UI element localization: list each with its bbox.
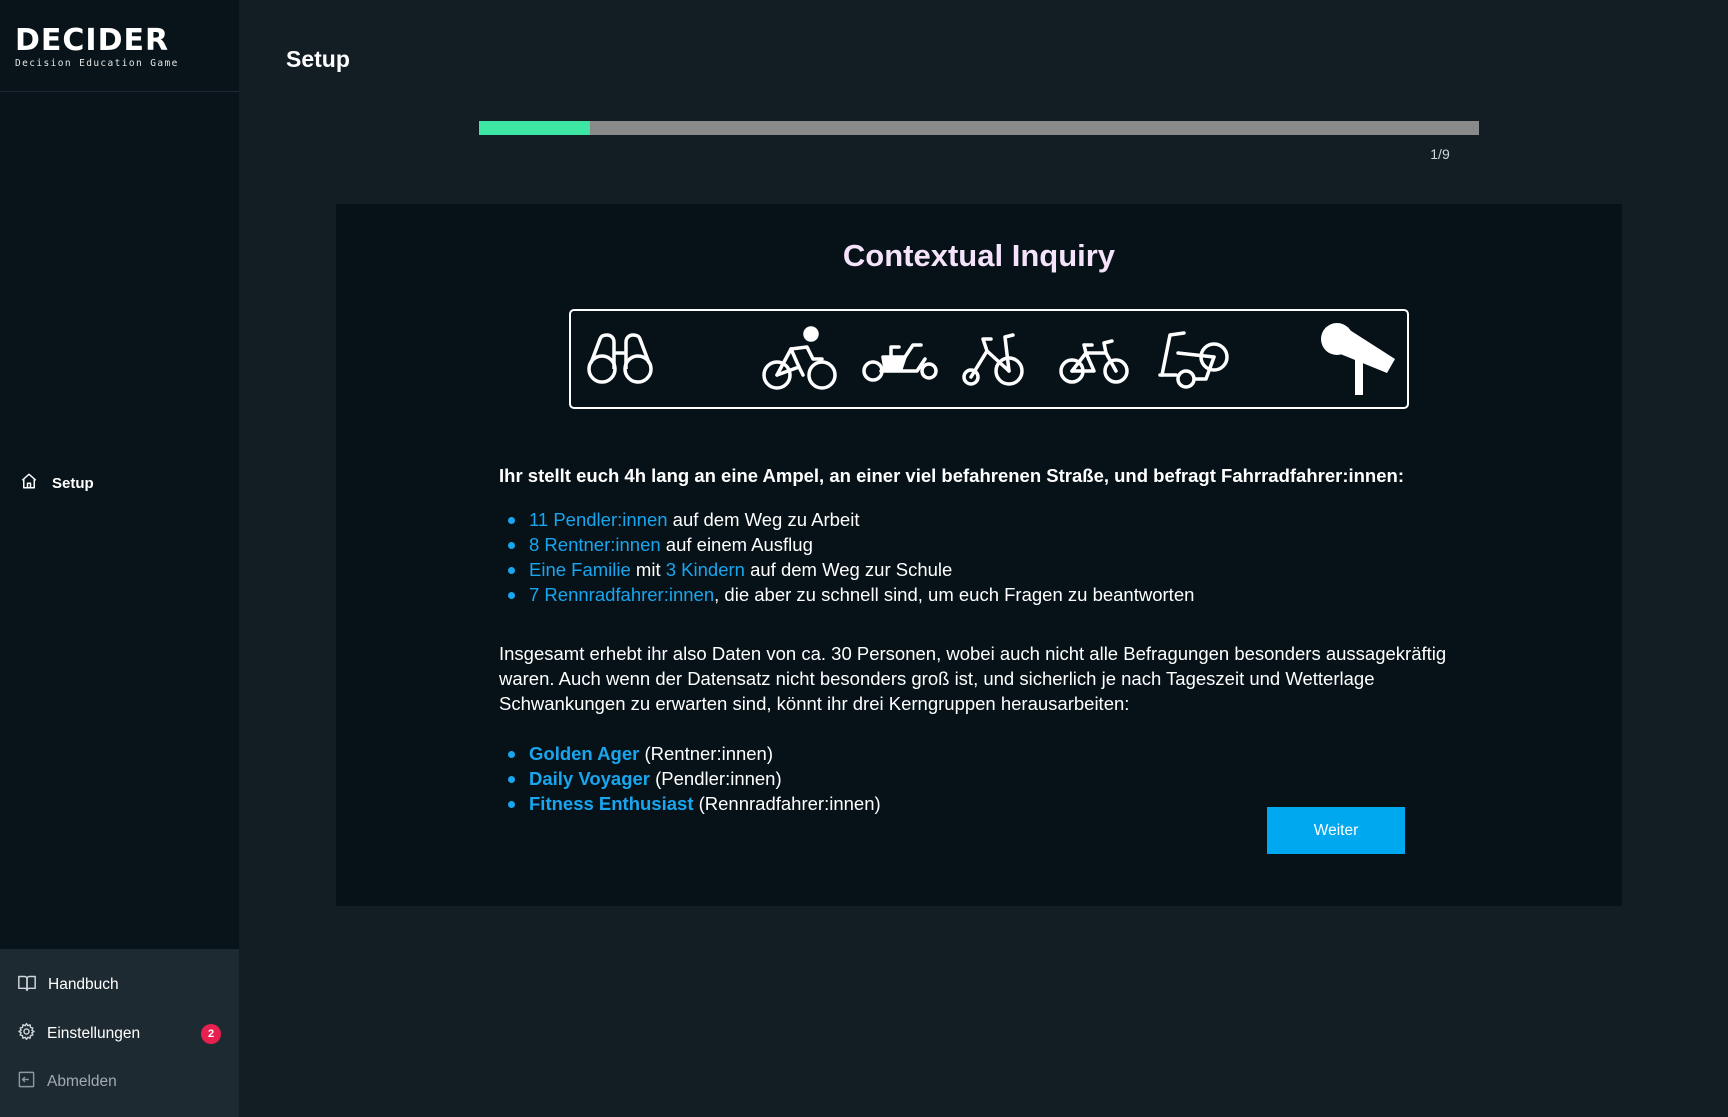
content-card: Contextual Inquiry Ihr stellt euch 4h la… xyxy=(336,204,1622,906)
logo-divider xyxy=(0,91,239,92)
sidebar: DECIDER Decision Education Game Setup Ha… xyxy=(0,0,239,1117)
logout-icon xyxy=(17,1070,36,1094)
card-title: Contextual Inquiry xyxy=(842,238,1116,273)
sidebar-item-label: Abmelden xyxy=(47,1073,117,1090)
highlight: Fitness Enthusiast xyxy=(529,793,694,814)
progress-bar xyxy=(479,121,1479,135)
sidebar-item-label: Handbuch xyxy=(48,976,119,993)
home-icon xyxy=(20,472,38,494)
sidebar-item-einstellungen[interactable]: Einstellungen xyxy=(17,1022,141,1046)
list-text: (Rennradfahrer:innen) xyxy=(693,793,881,814)
highlight: 8 Rentner:innen xyxy=(529,534,661,555)
core-groups-list: Golden Ager (Rentner:innen) Daily Voyage… xyxy=(499,741,881,816)
tricycle-icon xyxy=(962,333,1024,386)
list-item: Daily Voyager (Pendler:innen) xyxy=(499,766,881,791)
icon-strip xyxy=(569,309,1409,409)
weiter-button[interactable]: Weiter xyxy=(1267,807,1405,854)
list-item: Fitness Enthusiast (Rennradfahrer:innen) xyxy=(499,791,881,816)
list-item: 8 Rentner:innen auf einem Ausflug xyxy=(499,532,1194,557)
list-text: auf dem Weg zur Schule xyxy=(744,559,953,580)
list-item: 7 Rennradfahrer:innen, die aber zu schne… xyxy=(499,582,1194,607)
list-item: Golden Ager (Rentner:innen) xyxy=(499,741,881,766)
highlight: 3 Kindern xyxy=(665,559,745,580)
list-item: 11 Pendler:innen auf dem Weg zu Arbeit xyxy=(499,507,1194,532)
cargo-bike-icon xyxy=(862,343,938,382)
book-icon xyxy=(17,974,37,997)
list-text: mit xyxy=(630,559,666,580)
notification-badge: 2 xyxy=(201,1024,221,1044)
page-title: Setup xyxy=(286,46,350,72)
highlight: 11 Pendler:innen xyxy=(529,509,668,530)
sidebar-item-label: Einstellungen xyxy=(47,1025,141,1042)
summary-paragraph: Insgesamt erhebt ihr also Daten von ca. … xyxy=(499,643,1447,714)
highlight: Eine Familie xyxy=(529,559,631,580)
list-item: Eine Familie mit 3 Kindern auf dem Weg z… xyxy=(499,557,1194,582)
sidebar-item-handbuch[interactable]: Handbuch xyxy=(17,974,119,996)
highlight: Daily Voyager xyxy=(529,768,650,789)
logo: DECIDER Decision Education Game xyxy=(15,23,179,70)
microphone-icon xyxy=(1321,323,1395,395)
logo-title: DECIDER xyxy=(15,23,170,58)
intro-text: Ihr stellt euch 4h lang an eine Ampel, a… xyxy=(499,465,1404,486)
sidebar-item-setup[interactable]: Setup xyxy=(20,472,94,494)
sidebar-item-label: Setup xyxy=(52,474,94,492)
list-text: auf dem Weg zu Arbeit xyxy=(667,509,860,530)
highlight: Golden Ager xyxy=(529,743,640,764)
kids-bike-icon xyxy=(1059,339,1129,384)
respondents-list: 11 Pendler:innen auf dem Weg zu Arbeit 8… xyxy=(499,507,1194,607)
binoculars-icon xyxy=(587,333,653,384)
list-text: (Pendler:innen) xyxy=(650,768,782,789)
logo-subtitle: Decision Education Game xyxy=(15,58,179,69)
gear-icon xyxy=(17,1022,36,1046)
progress-fill xyxy=(479,121,591,135)
scooter-icon xyxy=(1158,331,1229,389)
sidebar-item-abmelden[interactable]: Abmelden xyxy=(17,1071,117,1093)
highlight: 7 Rennradfahrer:innen xyxy=(529,584,715,605)
cyclist-icon xyxy=(762,326,837,390)
list-text: auf einem Ausflug xyxy=(660,534,813,555)
list-text: , die aber zu schnell sind, um euch Frag… xyxy=(714,584,1195,605)
progress-label: 1/9 xyxy=(1430,146,1450,162)
list-text: (Rentner:innen) xyxy=(639,743,774,764)
